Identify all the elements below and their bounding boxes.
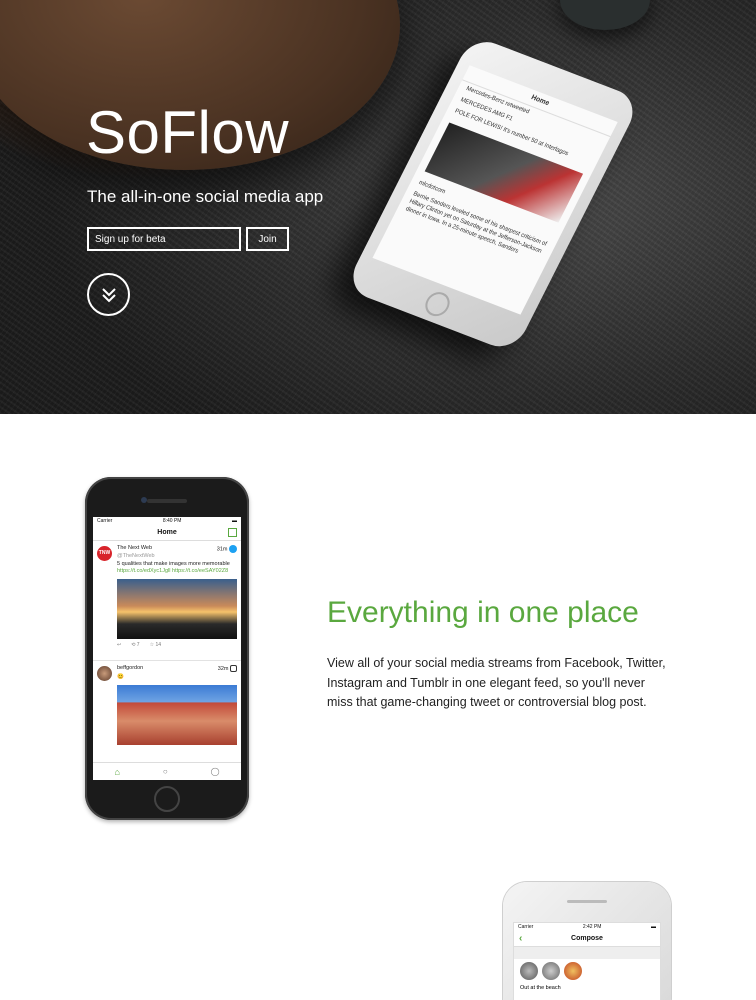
phone-speaker [567, 900, 607, 903]
compose-navbar: ‹ Compose [514, 931, 660, 947]
hero-section: Home Mercedes-Benz retweeted MERCEDES AM… [0, 0, 756, 414]
compose-divider [514, 947, 660, 959]
home-feed-screen: Carrier 8:40 PM ▬ Home TNW The Next Web … [93, 517, 241, 780]
feature-description: View all of your social media streams fr… [327, 656, 666, 709]
user-avatar [97, 666, 112, 681]
tilted-phone-home-button [421, 288, 454, 320]
facebook-account-avatar[interactable] [520, 962, 538, 980]
compose-icon[interactable] [228, 528, 237, 537]
home-tab-icon[interactable]: ⌂ [114, 767, 119, 777]
carrier-label: Carrier [97, 518, 113, 524]
post-actions: ↩ ⟲ 7 ☆ 14 [117, 639, 237, 651]
tnw-avatar: TNW [97, 546, 112, 561]
join-button[interactable]: Join [246, 227, 289, 251]
post-image-buildings [117, 685, 237, 745]
instagram-icon [230, 665, 237, 672]
battery-icon: ▬ [232, 518, 237, 524]
post-handle: @TheNextWeb [117, 553, 155, 559]
post-text: 5 qualities that make images more memora… [117, 561, 230, 574]
post-author: The Next Web [117, 545, 153, 551]
home-title: Home [157, 529, 177, 536]
instagram-account-avatar[interactable] [564, 962, 582, 980]
post-image-sunset [117, 579, 237, 639]
compose-draft-text[interactable]: Out at the beach [514, 983, 660, 993]
home-feed-phone: Carrier 8:40 PM ▬ Home TNW The Next Web … [85, 477, 249, 820]
home-navbar: Home [93, 525, 241, 541]
clock: 2:42 PM [582, 924, 602, 930]
post-author: beffgordon [117, 665, 144, 671]
hero-tagline: The all-in-one social media app [87, 187, 324, 206]
phone-speaker [147, 499, 187, 503]
like-icon[interactable]: ☆ 14 [150, 642, 161, 648]
compose-screen: Carrier 2:42 PM ▬ ‹ Compose Out at the b… [513, 922, 661, 1000]
compose-phone: Carrier 2:42 PM ▬ ‹ Compose Out at the b… [503, 882, 671, 1000]
brand-title: SoFlow [86, 99, 290, 166]
twitter-icon [229, 545, 237, 553]
retweet-icon[interactable]: ⟲ 7 [131, 642, 139, 648]
post-age: 32m [218, 665, 237, 672]
double-chevron-down-icon [101, 287, 116, 302]
tab-bar: ⌂ ○ ◯ [93, 762, 241, 780]
post-age: 31m [217, 545, 237, 553]
compose-title: Compose [571, 935, 603, 942]
profile-tab-icon[interactable]: ◯ [211, 767, 220, 776]
post-text: 😊 [117, 674, 124, 680]
feature-heading: Everything in one place [327, 596, 639, 629]
search-tab-icon[interactable]: ○ [163, 767, 168, 776]
carrier-label: Carrier [518, 924, 534, 930]
status-bar: Carrier 2:42 PM ▬ [514, 923, 660, 931]
account-selector [514, 959, 660, 983]
battery-icon: ▬ [651, 924, 656, 930]
post-link[interactable]: https://t.co/edXyc1Jgll https://t.co/eeS… [117, 568, 228, 574]
feed-post[interactable]: beffgordon 32m 😊 [93, 661, 241, 761]
beta-signup-input[interactable] [87, 227, 241, 251]
scroll-down-button[interactable] [87, 273, 130, 316]
landing-page: Home Mercedes-Benz retweeted MERCEDES AM… [0, 0, 756, 1000]
back-chevron-icon[interactable]: ‹ [519, 933, 522, 945]
twitter-account-avatar[interactable] [542, 962, 560, 980]
status-bar: Carrier 8:40 PM ▬ [93, 517, 241, 525]
clock: 8:40 PM [162, 518, 182, 524]
phone-home-button [154, 786, 180, 812]
feed-post[interactable]: TNW The Next Web 31m @TheNextWeb 5 quali… [93, 541, 241, 661]
reply-icon[interactable]: ↩ [117, 642, 121, 648]
